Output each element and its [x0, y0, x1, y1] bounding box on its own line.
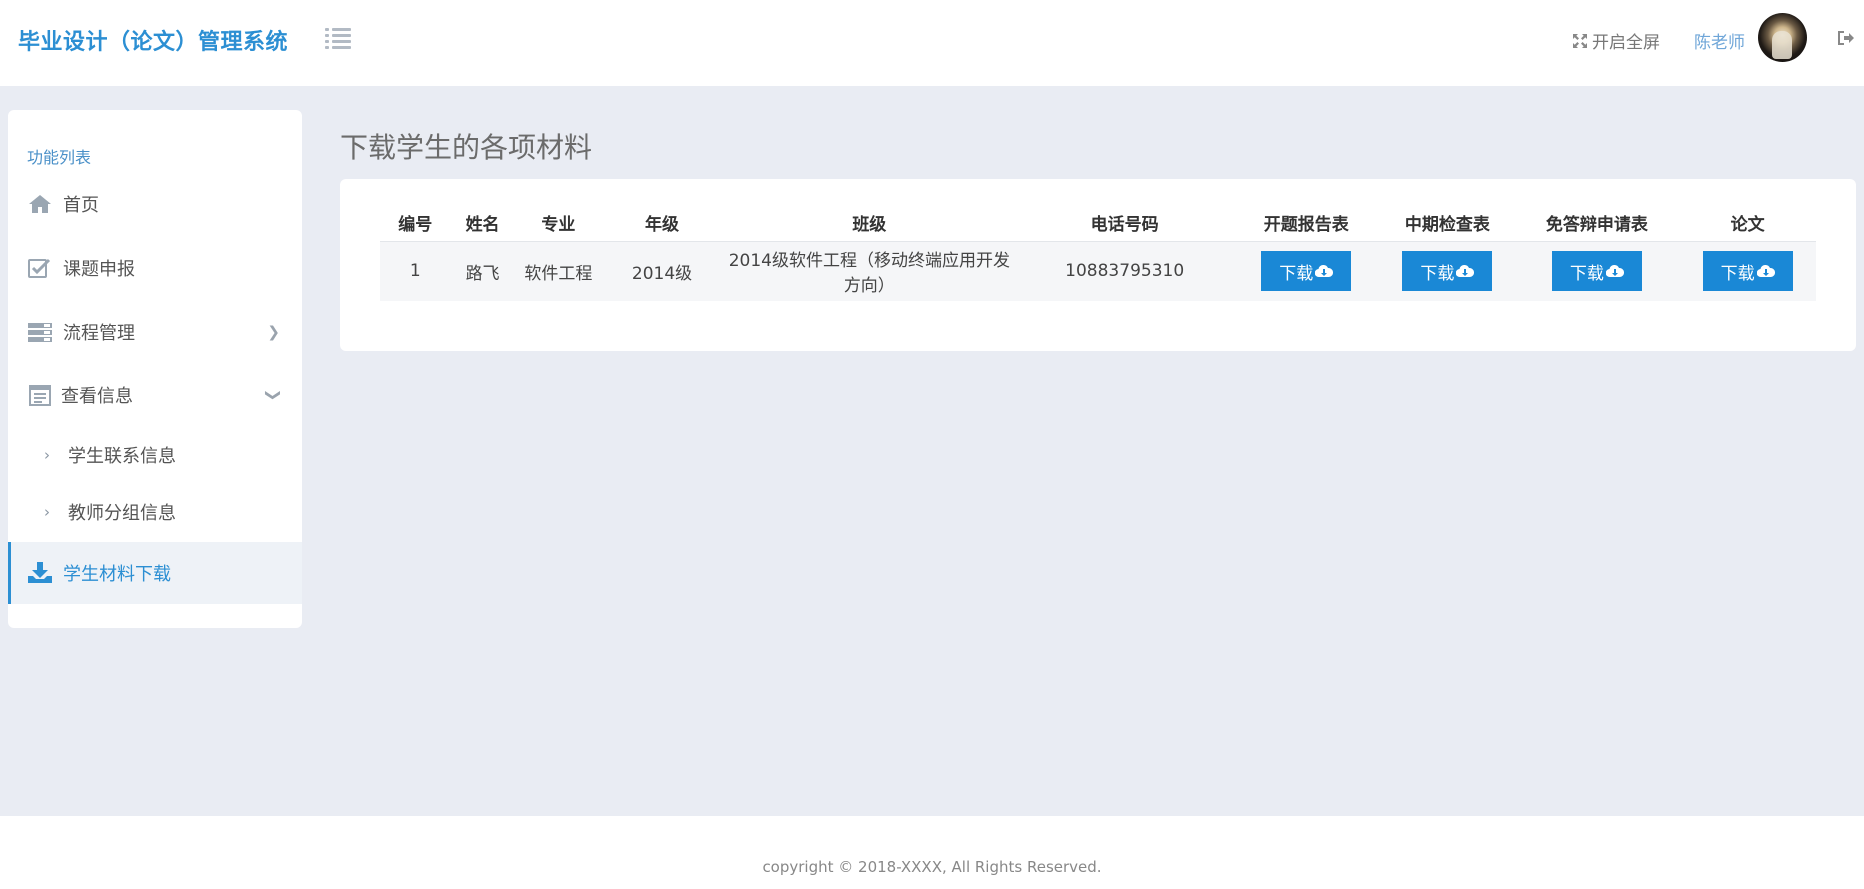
list-icon[interactable] [325, 27, 351, 49]
cloud-download-icon [1756, 265, 1775, 278]
cell-action: 下载 [1679, 241, 1816, 301]
column-header: 开题报告表 [1232, 205, 1381, 242]
cell-phone: 10883795310 [1016, 241, 1233, 301]
materials-card: 编号 姓名 专业 年级 班级 电话号码 开题报告表 中期检查表 免答辩申请表 论… [340, 179, 1856, 351]
column-header: 专业 [514, 205, 603, 242]
top-navbar: 毕业设计（论文）管理系统 开启全屏 陈老师 [0, 0, 1864, 86]
column-header: 姓名 [450, 205, 515, 242]
sidebar-item-label: 教师分组信息 [68, 503, 176, 524]
column-header: 论文 [1679, 205, 1816, 242]
footer: copyright © 2018-XXXX, All Rights Reserv… [0, 816, 1864, 889]
button-label: 下载 [1720, 263, 1755, 283]
cloud-download-icon [1315, 265, 1334, 278]
page-title: 下载学生的各项材料 [340, 131, 593, 164]
chevron-down-icon: ❯ [264, 388, 283, 402]
table-header-row: 编号 姓名 专业 年级 班级 电话号码 开题报告表 中期检查表 免答辩申请表 论… [380, 205, 1816, 242]
sidebar-item-label: 首页 [63, 195, 99, 216]
chevron-right-icon: › [44, 446, 50, 464]
sidebar: 功能列表 首页 课题申报 流程管理 ❯ 查看信息 ❯ › 学生联系信息 › 教师… [8, 110, 302, 628]
expand-icon [1573, 33, 1587, 48]
cell-id: 1 [380, 241, 451, 301]
sidebar-subitem-student-contact[interactable]: › 学生联系信息 [8, 431, 302, 479]
column-header: 中期检查表 [1380, 205, 1515, 242]
column-header: 班级 [721, 205, 1017, 242]
sidebar-item-label: 学生材料下载 [63, 564, 171, 585]
cell-action: 下载 [1514, 241, 1680, 301]
app-title: 毕业设计（论文）管理系统 [18, 30, 289, 55]
sidebar-subitem-teacher-group[interactable]: › 教师分组信息 [8, 488, 302, 536]
chevron-right-icon: ❯ [267, 323, 280, 341]
cell-action: 下载 [1380, 241, 1515, 301]
column-header: 电话号码 [1016, 205, 1233, 242]
cell-major: 软件工程 [514, 241, 603, 301]
sidebar-item-material-download[interactable]: 学生材料下载 [8, 542, 302, 604]
button-label: 下载 [1569, 263, 1604, 283]
sidebar-item-process[interactable]: 流程管理 ❯ [8, 304, 302, 360]
cloud-download-icon [1456, 265, 1475, 278]
table-row: 1 路飞 软件工程 2014级 2014级软件工程（移动终端应用开发方向） 10… [380, 241, 1816, 301]
button-label: 下载 [1279, 263, 1314, 283]
sidebar-title: 功能列表 [27, 148, 92, 167]
home-icon [29, 195, 51, 213]
sidebar-item-label: 课题申报 [63, 259, 135, 280]
download-thesis-button[interactable]: 下载 [1702, 251, 1793, 292]
download-icon [28, 562, 52, 583]
copyright-text: copyright © 2018-XXXX, All Rights Reserv… [762, 858, 1102, 876]
column-header: 编号 [380, 205, 451, 242]
chevron-right-icon: › [44, 503, 50, 521]
column-header: 免答辩申请表 [1514, 205, 1680, 242]
button-label: 下载 [1420, 263, 1455, 283]
checkbox-icon [28, 258, 51, 278]
sidebar-item-view-info[interactable]: 查看信息 ❯ [8, 367, 302, 423]
server-icon [28, 323, 52, 342]
avatar[interactable] [1758, 13, 1807, 62]
sidebar-item-label: 学生联系信息 [68, 446, 176, 467]
column-header: 年级 [602, 205, 722, 242]
user-name[interactable]: 陈老师 [1694, 28, 1745, 53]
cloud-download-icon [1605, 265, 1624, 278]
sidebar-item-topic-apply[interactable]: 课题申报 [8, 240, 302, 296]
sidebar-item-label: 流程管理 [63, 323, 135, 344]
download-proposal-button[interactable]: 下载 [1261, 251, 1352, 292]
fullscreen-button[interactable]: 开启全屏 [1572, 28, 1660, 53]
materials-table: 编号 姓名 专业 年级 班级 电话号码 开题报告表 中期检查表 免答辩申请表 论… [380, 205, 1816, 301]
download-exemption-button[interactable]: 下载 [1551, 251, 1642, 292]
logout-icon[interactable] [1836, 30, 1854, 46]
cell-class: 2014级软件工程（移动终端应用开发方向） [721, 241, 1017, 301]
cell-grade: 2014级 [602, 241, 722, 301]
cell-name: 路飞 [450, 241, 515, 301]
cell-action: 下载 [1232, 241, 1381, 301]
calendar-icon [29, 385, 51, 406]
sidebar-item-home[interactable]: 首页 [8, 176, 302, 232]
download-midterm-button[interactable]: 下载 [1402, 251, 1493, 292]
sidebar-item-label: 查看信息 [61, 386, 133, 407]
fullscreen-label: 开启全屏 [1592, 33, 1660, 53]
